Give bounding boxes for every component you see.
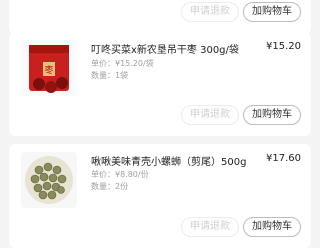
- order-item-card: 申请退款 加购物车: [9, 0, 311, 34]
- order-item-card: 枣 叮咚买菜x新农垦吊干枣 300g/袋 ¥15.20 单价：¥15.20/袋 …: [9, 32, 311, 136]
- order-item-card: 啾啾美味青壳小螺蛳（剪尾）500g ¥17.60 单价：¥8.80/份 数量：2…: [9, 144, 311, 248]
- svg-text:枣: 枣: [44, 65, 53, 76]
- add-to-cart-button[interactable]: 加购物车: [243, 217, 301, 237]
- unit-price: 单价：¥15.20/袋: [91, 59, 154, 68]
- product-price: ¥15.20: [266, 41, 301, 52]
- quantity: 数量：2份: [91, 182, 129, 191]
- snail-product-image[interactable]: [21, 152, 77, 208]
- quantity: 数量：1袋: [91, 71, 129, 80]
- refund-button[interactable]: 申请退款: [181, 217, 239, 237]
- jujube-product-image[interactable]: 枣: [21, 40, 77, 96]
- product-title[interactable]: 叮咚买菜x新农垦吊干枣 300g/袋: [91, 41, 239, 56]
- product-title[interactable]: 啾啾美味青壳小螺蛳（剪尾）500g: [91, 153, 246, 168]
- add-to-cart-button[interactable]: 加购物车: [243, 2, 301, 22]
- refund-button[interactable]: 申请退款: [181, 2, 239, 22]
- product-price: ¥17.60: [266, 153, 301, 164]
- add-to-cart-button[interactable]: 加购物车: [243, 105, 301, 125]
- section-divider: [0, 136, 320, 144]
- refund-button[interactable]: 申请退款: [181, 105, 239, 125]
- unit-price: 单价：¥8.80/份: [91, 170, 149, 179]
